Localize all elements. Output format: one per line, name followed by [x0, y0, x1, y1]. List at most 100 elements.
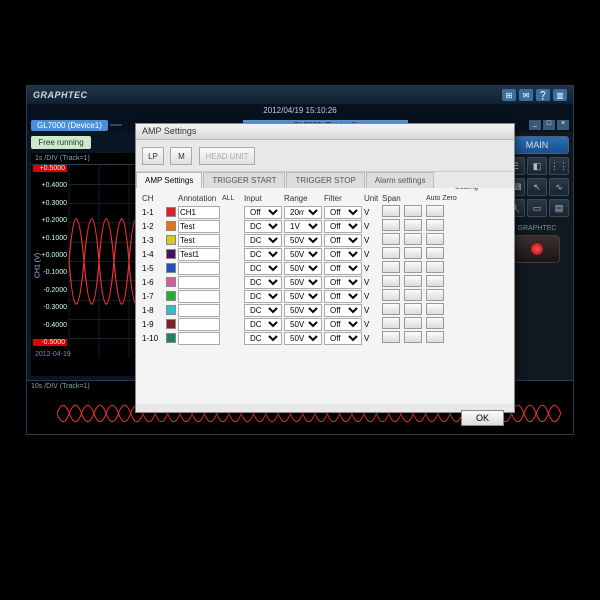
span-button[interactable]	[382, 289, 400, 301]
range-select[interactable]: 50V	[284, 318, 322, 331]
toolbar-icon-3[interactable]: ⋮⋮	[549, 157, 569, 175]
device-chip[interactable]: GL7000 (Device1)	[31, 120, 108, 131]
input-select[interactable]: DC	[244, 248, 282, 261]
color-swatch[interactable]	[166, 249, 176, 259]
autozero-button[interactable]	[426, 317, 444, 329]
toolbar-icon-2[interactable]: ◧	[527, 157, 547, 175]
input-select[interactable]: DC	[244, 332, 282, 345]
tab-amp-settings[interactable]: AMP Settings	[136, 172, 202, 188]
toolbar-icon-8[interactable]: ▭	[527, 199, 547, 217]
color-swatch[interactable]	[166, 319, 176, 329]
autozero-button[interactable]	[426, 261, 444, 273]
scale-button[interactable]	[404, 303, 422, 315]
color-swatch[interactable]	[166, 291, 176, 301]
filter-select[interactable]: Off	[324, 290, 362, 303]
color-swatch[interactable]	[166, 207, 176, 217]
mode-m-button[interactable]: M	[170, 147, 192, 165]
filter-select[interactable]: Off	[324, 304, 362, 317]
color-swatch[interactable]	[166, 235, 176, 245]
color-swatch[interactable]	[166, 263, 176, 273]
annotation-input[interactable]	[178, 248, 220, 261]
annotation-input[interactable]	[178, 206, 220, 219]
tab-trigger-stop[interactable]: TRIGGER STOP	[286, 172, 364, 188]
annotation-input[interactable]	[178, 220, 220, 233]
input-select[interactable]: DC	[244, 220, 282, 233]
annotation-input[interactable]	[178, 304, 220, 317]
title-icon-4[interactable]: ▥	[553, 89, 567, 101]
win-min[interactable]: _	[529, 120, 541, 130]
span-button[interactable]	[382, 261, 400, 273]
scale-button[interactable]	[404, 261, 422, 273]
title-icon-2[interactable]: ✉	[519, 89, 533, 101]
scale-button[interactable]	[404, 233, 422, 245]
autozero-button[interactable]	[426, 275, 444, 287]
filter-select[interactable]: Off	[324, 262, 362, 275]
tab-alarm-settings[interactable]: Alarm settings	[366, 172, 435, 188]
annotation-input[interactable]	[178, 234, 220, 247]
win-close[interactable]: ×	[557, 120, 569, 130]
filter-select[interactable]: Off	[324, 248, 362, 261]
span-button[interactable]	[382, 303, 400, 315]
input-select[interactable]: DC	[244, 262, 282, 275]
annotation-input[interactable]	[178, 332, 220, 345]
color-swatch[interactable]	[166, 221, 176, 231]
span-button[interactable]	[382, 247, 400, 259]
annotation-input[interactable]	[178, 318, 220, 331]
autozero-button[interactable]	[426, 233, 444, 245]
range-select[interactable]: 50V	[284, 248, 322, 261]
range-select[interactable]: 1V	[284, 220, 322, 233]
scale-button[interactable]	[404, 317, 422, 329]
filter-select[interactable]: Off	[324, 276, 362, 289]
input-select[interactable]: DC	[244, 290, 282, 303]
toolbar-wave-icon[interactable]: ∿	[549, 178, 569, 196]
mode-headunit-button[interactable]: HEAD UNIT	[199, 147, 255, 165]
filter-select[interactable]: Off	[324, 234, 362, 247]
tab-trigger-start[interactable]: TRIGGER START	[203, 172, 285, 188]
autozero-button[interactable]	[426, 303, 444, 315]
toolbar-cursor-icon[interactable]: ↖	[527, 178, 547, 196]
toolbar-icon-9[interactable]: ▤	[549, 199, 569, 217]
annotation-input[interactable]	[178, 262, 220, 275]
annotation-input[interactable]	[178, 290, 220, 303]
record-button[interactable]	[514, 235, 560, 263]
range-select[interactable]: 50V	[284, 332, 322, 345]
scale-button[interactable]	[404, 219, 422, 231]
span-button[interactable]	[382, 275, 400, 287]
range-select[interactable]: 50V	[284, 276, 322, 289]
input-select[interactable]: DC	[244, 304, 282, 317]
autozero-button[interactable]	[426, 219, 444, 231]
ok-button[interactable]: OK	[461, 410, 504, 426]
input-select[interactable]: Off	[244, 206, 282, 219]
span-button[interactable]	[382, 205, 400, 217]
filter-select[interactable]: Off	[324, 206, 362, 219]
device-chip-2[interactable]	[110, 124, 122, 126]
scale-button[interactable]	[404, 331, 422, 343]
scale-button[interactable]	[404, 289, 422, 301]
scale-button[interactable]	[404, 247, 422, 259]
filter-select[interactable]: Off	[324, 220, 362, 233]
autozero-button[interactable]	[426, 289, 444, 301]
title-icon-1[interactable]: ⊞	[502, 89, 516, 101]
color-swatch[interactable]	[166, 277, 176, 287]
color-swatch[interactable]	[166, 305, 176, 315]
scale-button[interactable]	[404, 275, 422, 287]
win-max[interactable]: □	[543, 120, 555, 130]
span-button[interactable]	[382, 233, 400, 245]
span-button[interactable]	[382, 317, 400, 329]
input-select[interactable]: DC	[244, 234, 282, 247]
autozero-button[interactable]	[426, 331, 444, 343]
input-select[interactable]: DC	[244, 318, 282, 331]
range-select[interactable]: 50V	[284, 262, 322, 275]
range-select[interactable]: 50V	[284, 234, 322, 247]
title-icon-3[interactable]: ❔	[536, 89, 550, 101]
range-select[interactable]: 20mV	[284, 206, 322, 219]
mode-lp-button[interactable]: LP	[142, 147, 164, 165]
span-button[interactable]	[382, 331, 400, 343]
annotation-input[interactable]	[178, 276, 220, 289]
filter-select[interactable]: Off	[324, 332, 362, 345]
filter-select[interactable]: Off	[324, 318, 362, 331]
autozero-button[interactable]	[426, 247, 444, 259]
range-select[interactable]: 50V	[284, 290, 322, 303]
autozero-button[interactable]	[426, 205, 444, 217]
scale-button[interactable]	[404, 205, 422, 217]
